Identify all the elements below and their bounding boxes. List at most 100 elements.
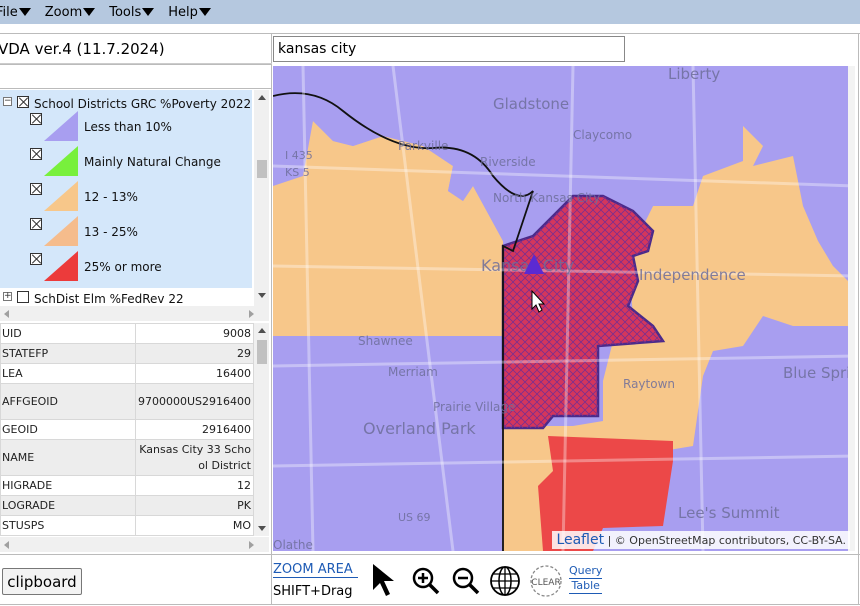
legend-item-checkbox[interactable] [30, 253, 42, 265]
legend-swatch [44, 216, 78, 246]
place-label: Independence [639, 266, 746, 284]
app-title-text: VDA ver.4 (11.7.2024) [0, 40, 165, 58]
globe-icon[interactable] [488, 564, 522, 598]
place-label: Olathe [273, 538, 313, 551]
place-label: I 435 [285, 149, 313, 162]
attr-value: 9700000US2916400 [135, 383, 254, 420]
zoom-out-icon[interactable] [451, 566, 481, 596]
legend-item-checkbox[interactable] [30, 218, 42, 230]
place-label: Merriam [388, 365, 438, 379]
legend-swatch [44, 111, 78, 141]
place-label: KS 5 [285, 166, 310, 179]
table-row: STATEFP 29 [0, 343, 254, 364]
attr-value: Kansas City 33 School District [135, 439, 254, 476]
scroll-down-icon[interactable] [258, 526, 266, 531]
menu-zoom[interactable]: Zoom [45, 5, 101, 20]
attr-key: HIGRADE [0, 475, 136, 496]
place-label: Liberty [668, 66, 720, 83]
expand-icon[interactable]: + [3, 292, 12, 301]
attr-value: 9008 [135, 323, 254, 344]
legend-item-label: Less than 10% [84, 120, 172, 134]
menu-file[interactable]: File [0, 5, 37, 20]
divider [0, 88, 272, 89]
menu-tools-label: Tools [109, 4, 142, 20]
clipboard-button[interactable]: clipboard [2, 568, 82, 595]
table-scrollbar[interactable] [254, 323, 269, 536]
menu-tools[interactable]: Tools [109, 5, 160, 20]
collapse-icon[interactable]: − [3, 97, 12, 106]
layer1-title: School Districts GRC %Poverty 2022 [34, 97, 252, 111]
table-row: NAME Kansas City 33 School District [0, 439, 254, 476]
pointer-icon[interactable] [369, 560, 401, 600]
attr-key: LEA [0, 363, 136, 384]
place-label: Overland Park [363, 419, 476, 438]
attr-value: PK [135, 495, 254, 516]
menu-bar: File Zoom Tools Help [0, 0, 860, 24]
table-hscrollbar[interactable] [0, 537, 269, 552]
chevron-down-icon [198, 8, 211, 16]
zoom-in-icon[interactable] [411, 566, 441, 596]
attr-key: GEOID [0, 419, 136, 440]
attr-value: 16400 [135, 363, 254, 384]
place-label: US 69 [398, 511, 431, 524]
map-edge [848, 66, 855, 551]
attribute-table: UID 9008 STATEFP 29 LEA 16400 AFFGEOID 97000… [0, 323, 254, 536]
divider [0, 604, 860, 605]
table-row: HIGRADE 12 [0, 475, 254, 496]
chevron-down-icon [18, 8, 31, 16]
clear-label: CLEAR [531, 578, 560, 588]
layer2-checkbox[interactable] [17, 291, 29, 303]
legend-scrollbar[interactable] [254, 90, 269, 306]
attr-key: STUSPS [0, 515, 136, 536]
legend-item-label: 12 - 13% [84, 190, 138, 204]
map-view[interactable]: Liberty Gladstone Claycomo Parkville Riv… [273, 66, 855, 551]
table-label: Table [569, 579, 603, 594]
shift-drag-hint: SHIFT+Drag [273, 584, 353, 599]
attr-key: NAME [0, 439, 136, 476]
legend-panel: − School Districts GRC %Poverty 2022 Les… [0, 90, 270, 306]
place-label: North Kansas City [493, 191, 600, 205]
table-row: AFFGEOID 9700000US2916400 [0, 383, 254, 420]
place-label: Blue Springs [783, 364, 855, 382]
place-label: Gladstone [493, 95, 569, 113]
layer1-checkbox[interactable] [17, 96, 29, 108]
attribution-text: | © OpenStreetMap contributors, CC-BY-SA… [604, 534, 846, 547]
divider [271, 33, 272, 605]
query-table-link[interactable]: Query Table [569, 564, 603, 594]
chevron-down-icon [83, 8, 96, 16]
menu-help[interactable]: Help [168, 5, 217, 20]
zoom-area-link[interactable]: ZOOM AREA [273, 562, 358, 578]
scroll-up-icon[interactable] [258, 328, 266, 333]
scroll-thumb[interactable] [257, 340, 267, 364]
divider [0, 64, 272, 65]
layer2-title: SchDist Elm %FedRev 22 [34, 292, 184, 306]
scroll-left-icon[interactable] [4, 541, 9, 549]
attr-key: LOGRADE [0, 495, 136, 516]
legend-item-checkbox[interactable] [30, 113, 42, 125]
place-label: Prairie Village [433, 400, 515, 414]
leaflet-link[interactable]: Leaflet [556, 532, 604, 548]
legend-item-checkbox[interactable] [30, 148, 42, 160]
clear-icon[interactable]: CLEAR [528, 564, 564, 598]
scroll-up-icon[interactable] [258, 95, 266, 100]
search-input[interactable] [273, 36, 625, 62]
legend-item-label: 25% or more [84, 260, 162, 274]
chevron-down-icon [142, 8, 155, 16]
scroll-right-icon[interactable] [249, 541, 254, 549]
scroll-left-icon[interactable] [4, 310, 9, 318]
table-row: LOGRADE PK [0, 495, 254, 516]
scroll-down-icon[interactable] [258, 293, 266, 298]
scroll-right-icon[interactable] [249, 310, 254, 318]
legend-item-checkbox[interactable] [30, 183, 42, 195]
map-toolbar: ZOOM AREA SHIFT+Drag CLEAR Query Table [273, 560, 613, 602]
place-label: Claycomo [573, 128, 632, 142]
attr-value: 29 [135, 343, 254, 364]
app-title: VDA ver.4 (11.7.2024) [0, 34, 272, 64]
legend-item-label: Mainly Natural Change [84, 155, 221, 169]
place-label: Raytown [623, 377, 675, 391]
attr-key: UID [0, 323, 136, 344]
map-canvas[interactable]: Liberty Gladstone Claycomo Parkville Riv… [273, 66, 855, 551]
legend-item-label: 13 - 25% [84, 225, 138, 239]
scroll-thumb[interactable] [257, 160, 267, 178]
legend-hscrollbar[interactable] [0, 306, 269, 321]
